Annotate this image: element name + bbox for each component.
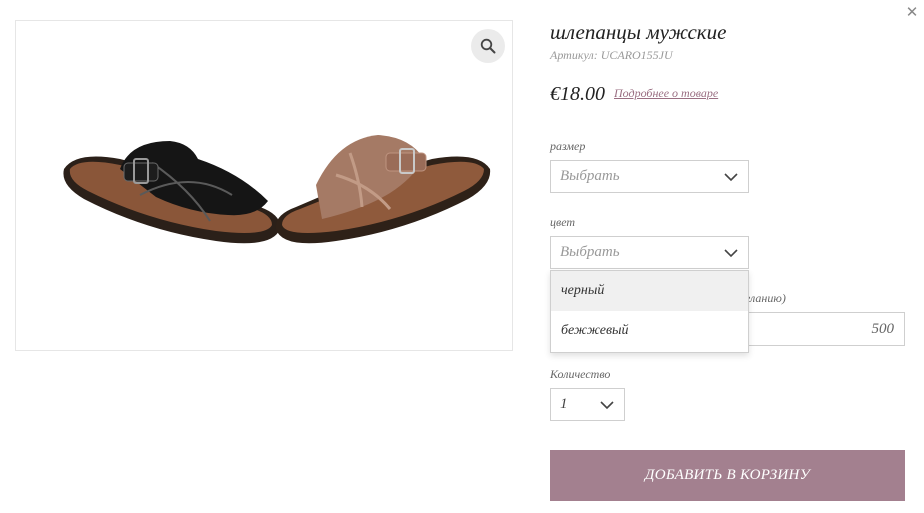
quantity-label: Количество [550, 367, 611, 381]
size-select[interactable]: Выбрать [550, 160, 749, 193]
product-photo [63, 135, 491, 244]
close-button[interactable]: ✕ [904, 3, 920, 21]
add-to-cart-button[interactable]: ДОБАВИТЬ В КОРЗИНУ [550, 450, 905, 501]
product-sku: Артикул: UCARO155JU [550, 48, 673, 63]
close-icon: ✕ [905, 3, 919, 21]
sku-label: Артикул: [550, 48, 598, 62]
color-select[interactable]: Выбрать [550, 236, 749, 269]
details-link[interactable]: Подробнее о товаре [614, 86, 718, 101]
beige-sandal [275, 135, 491, 244]
quantity-select[interactable]: 1 [550, 388, 625, 421]
color-select-value: Выбрать [560, 244, 620, 260]
color-dropdown: черный бежжевый [550, 270, 749, 353]
quantity-value: 1 [560, 396, 568, 412]
zoom-button[interactable] [471, 29, 505, 63]
product-price: €18.00 [550, 83, 605, 105]
magnifier-icon [480, 38, 496, 54]
color-label: цвет [550, 215, 576, 229]
black-sandal [63, 141, 281, 244]
size-select-value: Выбрать [560, 168, 620, 184]
product-title: шлепанцы мужские [550, 20, 727, 44]
chevron-down-icon [600, 401, 614, 410]
size-label: размер [550, 139, 586, 153]
color-option-beige[interactable]: бежжевый [551, 311, 748, 351]
chevron-down-icon [724, 173, 738, 182]
product-image-frame [15, 20, 513, 351]
gift-amount-input[interactable]: 500 [748, 312, 905, 346]
color-option-black[interactable]: черный [551, 271, 748, 311]
chevron-down-icon [724, 249, 738, 258]
sku-value: UCARO155JU [600, 48, 673, 62]
